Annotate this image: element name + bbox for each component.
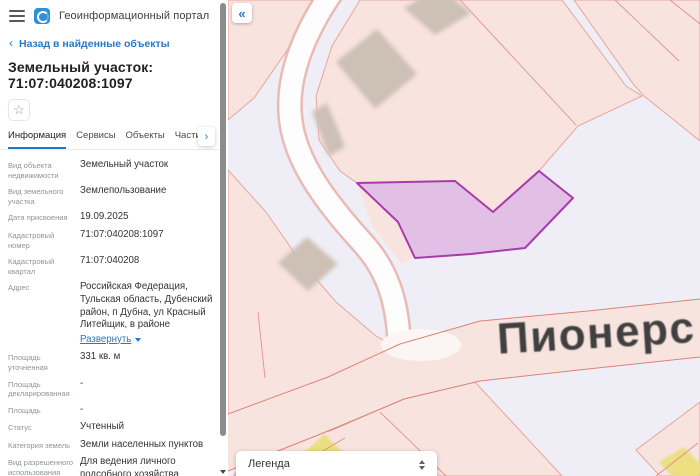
chevron-left-icon: ‹: [9, 38, 13, 48]
field-row: Вид земельного участка Землепользование: [8, 185, 216, 206]
expand-address-link[interactable]: Развернуть: [80, 334, 141, 347]
favorite-button[interactable]: ☆: [8, 99, 30, 121]
field-row: Категория земель Земли населенных пунктов: [8, 439, 216, 452]
map-canvas[interactable]: Пионерс « Легенда: [228, 0, 700, 476]
scrollbar-down-arrow[interactable]: [220, 470, 226, 474]
tab-3[interactable]: Объекты: [126, 126, 165, 149]
field-label: Кадастровый квартал: [8, 255, 74, 276]
field-value: Учтенный: [80, 421, 216, 434]
page-title: Земельный участок: 71:07:040208:1097: [0, 50, 220, 91]
tab-1[interactable]: Информация: [8, 126, 66, 149]
portal-logo-icon: [34, 8, 50, 24]
star-icon: ☆: [13, 102, 25, 117]
app-title: Геоинформационный портал: [59, 10, 209, 22]
field-value: 71:07:040208:1097: [80, 229, 216, 250]
chevron-right-icon: ›: [205, 131, 209, 143]
field-row: Кадастровый квартал 71:07:040208: [8, 255, 216, 276]
hamburger-menu-icon[interactable]: [9, 10, 25, 22]
field-label: Кадастровый номер: [8, 229, 74, 250]
app-header: Геоинформационный портал: [0, 0, 220, 28]
field-label: Вид объекта недвижимости: [8, 159, 74, 180]
tab-2[interactable]: Сервисы: [76, 126, 115, 149]
scrollbar-thumb[interactable]: [220, 3, 226, 436]
field-value: -: [80, 378, 216, 399]
back-link[interactable]: ‹ Назад в найденные объекты: [0, 28, 220, 50]
field-value: Землепользование: [80, 185, 216, 206]
field-value: Для ведения личного подсобного хозяйства: [80, 456, 216, 476]
field-label: Площадь: [8, 404, 74, 417]
object-fields: Вид объекта недвижимости Земельный участо…: [0, 150, 220, 476]
tab-bar: ИнформацияСервисыОбъектыЧасти ЗУСостав: [0, 126, 220, 149]
back-link-label: Назад в найденные объекты: [19, 38, 170, 50]
legend-bar[interactable]: Легенда: [236, 451, 437, 476]
field-row: Площадь декларированная-: [8, 378, 216, 399]
tab-bar-wrap: ИнформацияСервисыОбъектыЧасти ЗУСостав ›: [0, 126, 220, 150]
sidebar-scrollbar[interactable]: [220, 0, 227, 476]
field-row: Дата присвоения 19.09.2025: [8, 211, 216, 224]
field-value: -: [80, 404, 216, 417]
field-row: Площадь уточненная 331 кв. м: [8, 351, 216, 372]
field-value: Земли населенных пунктов: [80, 439, 216, 452]
field-value: Земельный участок: [80, 159, 216, 180]
field-label: Категория земель: [8, 439, 74, 452]
collapse-sidebar-button[interactable]: «: [232, 3, 252, 23]
field-row: Вид разрешенного использования Для ведени…: [8, 456, 216, 476]
object-info-sidebar: Геоинформационный портал ‹ Назад в найде…: [0, 0, 228, 476]
expand-collapse-icon[interactable]: [419, 459, 425, 470]
field-value: 331 кв. м: [80, 351, 216, 372]
field-label: Площадь уточненная: [8, 351, 74, 372]
legend-label: Легенда: [248, 458, 290, 470]
field-label: Адрес: [8, 281, 74, 346]
field-row: Кадастровый номер 71:07:040208:1097: [8, 229, 216, 250]
field-label: Вид земельного участка: [8, 185, 74, 206]
field-row: Статус Учтенный: [8, 421, 216, 434]
field-label: Дата присвоения: [8, 211, 74, 224]
field-label: Площадь декларированная: [8, 378, 74, 399]
field-row: Площадь-: [8, 404, 216, 417]
field-value: Российская Федерация, Тульская область, …: [80, 281, 216, 346]
field-value: 19.09.2025: [80, 211, 216, 224]
field-row: АдресРоссийская Федерация, Тульская обла…: [8, 281, 216, 346]
chevron-down-icon: [135, 338, 141, 342]
double-chevron-left-icon: «: [238, 6, 245, 21]
field-label: Вид разрешенного использования: [8, 456, 74, 476]
field-row: Вид объекта недвижимости Земельный участо…: [8, 159, 216, 180]
field-label: Статус: [8, 421, 74, 434]
geoportal-window: Геоинформационный портал ‹ Назад в найде…: [0, 0, 700, 476]
tabs-scroll-right-button[interactable]: ›: [198, 127, 215, 146]
field-value: 71:07:040208: [80, 255, 216, 276]
